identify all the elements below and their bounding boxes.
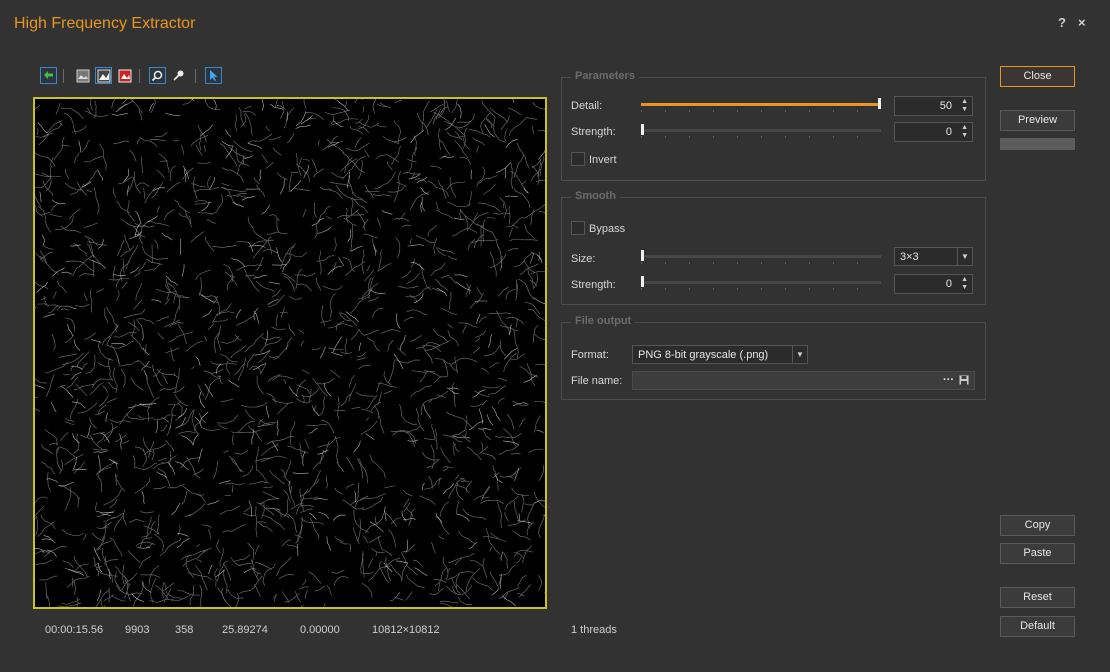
detail-spinbox[interactable]: 50 ▲ ▼: [894, 96, 973, 116]
size-slider[interactable]: [641, 250, 881, 264]
strength-value: 0: [945, 126, 952, 138]
strength-slider[interactable]: [641, 124, 881, 138]
status-value-2: 358: [175, 624, 194, 636]
file-name-label: File name:: [571, 375, 623, 387]
high-frequency-preview-image: [35, 99, 545, 607]
detail-label: Detail:: [571, 100, 603, 112]
preview-button[interactable]: Preview: [1000, 110, 1075, 131]
parameters-group: Parameters Detail: 50 ▲ ▼ Strength: 0 ▲ ▼ …: [561, 70, 986, 181]
detail-value: 50: [939, 100, 952, 112]
file-output-legend: File output: [571, 315, 636, 327]
file-name-input[interactable]: ···: [632, 371, 975, 390]
default-button[interactable]: Default: [1000, 616, 1075, 637]
invert-label: Invert: [589, 154, 617, 166]
invert-checkbox[interactable]: [571, 152, 585, 166]
toolbar-separator: [195, 69, 196, 83]
image-mode-icon[interactable]: [74, 67, 91, 84]
status-value-1: 9903: [125, 624, 150, 636]
status-time: 00:00:15.56: [45, 624, 104, 636]
spin-arrows-icon[interactable]: ▲ ▼: [961, 276, 968, 292]
status-value-4: 0.00000: [300, 624, 340, 636]
paste-button[interactable]: Paste: [1000, 543, 1075, 564]
browse-icon[interactable]: ···: [943, 374, 954, 386]
parameters-legend: Parameters: [571, 70, 639, 82]
format-label: Format:: [571, 349, 609, 361]
back-arrow-icon[interactable]: [40, 67, 57, 84]
save-icon[interactable]: [959, 375, 969, 388]
close-button[interactable]: Close: [1000, 66, 1075, 87]
smooth-strength-value: 0: [945, 278, 952, 290]
status-value-3: 25.89274: [222, 624, 268, 636]
smooth-group: Smooth Bypass Size: 3×3 ▼ Strength: 0 ▲ ▼: [561, 190, 986, 305]
size-label: Size:: [571, 253, 596, 265]
image-color-icon[interactable]: [95, 67, 112, 84]
format-value: PNG 8-bit grayscale (.png): [638, 349, 769, 361]
preview-progress-bar: [1000, 138, 1075, 150]
preview-viewport[interactable]: [33, 97, 547, 609]
file-output-group: File output Format: PNG 8-bit grayscale …: [561, 315, 986, 400]
reset-button[interactable]: Reset: [1000, 587, 1075, 608]
smooth-strength-spinbox[interactable]: 0 ▲ ▼: [894, 274, 973, 294]
image-red-icon[interactable]: [116, 67, 133, 84]
smooth-strength-slider[interactable]: [641, 276, 881, 290]
smooth-strength-label: Strength:: [571, 279, 616, 291]
chevron-down-icon[interactable]: ▼: [792, 346, 807, 363]
spin-arrows-icon[interactable]: ▲ ▼: [961, 124, 968, 140]
zoom-fit-icon[interactable]: [149, 67, 166, 84]
strength-spinbox[interactable]: 0 ▲ ▼: [894, 122, 973, 142]
status-image-size: 10812×10812: [372, 624, 440, 636]
close-icon[interactable]: ×: [1078, 15, 1086, 30]
chevron-down-icon[interactable]: ▼: [957, 248, 972, 265]
pointer-icon[interactable]: [205, 67, 222, 84]
toolbar-separator: [139, 69, 140, 83]
copy-button[interactable]: Copy: [1000, 515, 1075, 536]
format-dropdown[interactable]: PNG 8-bit grayscale (.png) ▼: [632, 345, 808, 364]
toolbar-separator: [63, 69, 64, 83]
strength-label: Strength:: [571, 126, 616, 138]
bypass-checkbox[interactable]: [571, 221, 585, 235]
window-title: High Frequency Extractor: [14, 15, 196, 32]
bypass-label: Bypass: [589, 223, 626, 235]
help-icon[interactable]: ?: [1058, 15, 1066, 30]
detail-slider[interactable]: [641, 98, 881, 112]
spin-arrows-icon[interactable]: ▲ ▼: [961, 98, 968, 114]
size-value: 3×3: [900, 251, 919, 263]
status-threads: 1 threads: [571, 624, 617, 636]
picker-icon[interactable]: [170, 67, 187, 84]
size-dropdown[interactable]: 3×3 ▼: [894, 247, 973, 266]
smooth-legend: Smooth: [571, 190, 620, 202]
